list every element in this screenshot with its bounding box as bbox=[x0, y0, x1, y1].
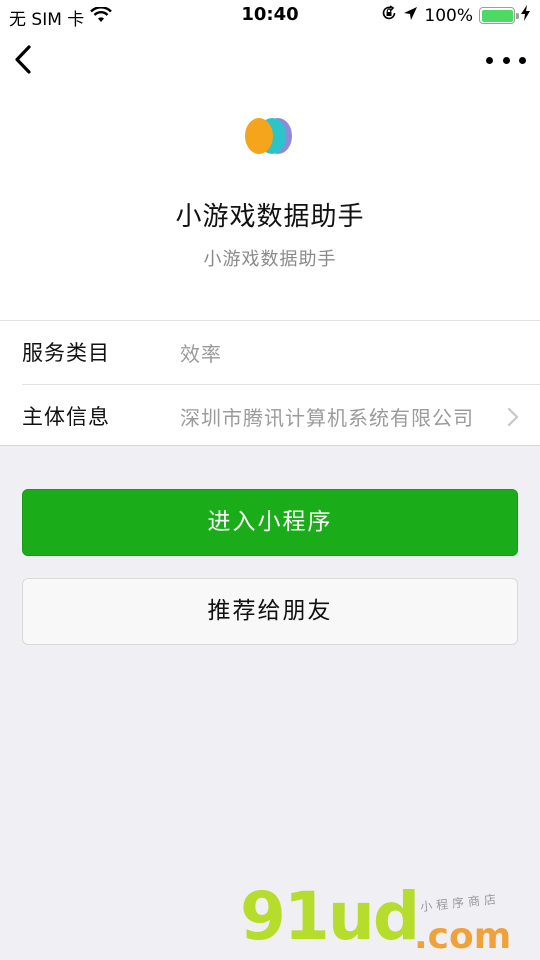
info-value: 效率 bbox=[180, 342, 222, 366]
battery-percent: 100% bbox=[424, 5, 473, 26]
battery-icon bbox=[479, 7, 519, 24]
battery-fill bbox=[481, 9, 513, 22]
location-arrow-icon bbox=[403, 6, 418, 26]
more-dot bbox=[486, 56, 493, 64]
orientation-lock-icon bbox=[381, 5, 397, 26]
info-value: 深圳市腾讯计算机系统有限公司 bbox=[180, 406, 474, 430]
info-row-service-category: 服务类目 效率 bbox=[22, 321, 540, 384]
info-label: 主体信息 bbox=[22, 405, 110, 429]
back-button[interactable] bbox=[10, 42, 44, 80]
charging-bolt-icon bbox=[521, 5, 530, 26]
battery-cap bbox=[516, 13, 519, 19]
watermark-main: 91ud bbox=[240, 878, 420, 955]
status-bar: 无 SIM 卡 10:40 100% bbox=[0, 0, 540, 32]
info-label: 服务类目 bbox=[22, 341, 110, 365]
info-list: 服务类目 效率 主体信息 深圳市腾讯计算机系统有限公司 bbox=[0, 320, 540, 446]
mini-program-profile-screen: 无 SIM 卡 10:40 100% 小游戏数据助手 小游戏数据助手 服务类目 … bbox=[0, 0, 540, 960]
app-header-card: 小游戏数据助手 小游戏数据助手 bbox=[0, 90, 540, 320]
enter-mini-program-button[interactable]: 进入小程序 bbox=[22, 489, 518, 556]
watermark-subtitle: 小程序商店 bbox=[419, 891, 501, 915]
more-options-button[interactable] bbox=[486, 48, 526, 72]
status-right: 100% bbox=[381, 5, 530, 26]
navigation-bar bbox=[0, 32, 540, 90]
info-row-entity-info[interactable]: 主体信息 深圳市腾讯计算机系统有限公司 bbox=[22, 384, 540, 447]
more-dot bbox=[519, 56, 526, 64]
recommend-to-friends-button[interactable]: 推荐给朋友 bbox=[22, 578, 518, 645]
chevron-right-icon bbox=[507, 407, 519, 427]
watermark-logo: 91ud 小程序商店 .com bbox=[236, 880, 536, 960]
more-dot bbox=[502, 56, 510, 64]
app-logo-icon bbox=[245, 118, 292, 154]
watermark-domain: .com bbox=[414, 916, 512, 957]
chevron-left-icon bbox=[15, 45, 31, 74]
app-description: 小游戏数据助手 bbox=[203, 249, 337, 270]
app-name: 小游戏数据助手 bbox=[175, 202, 365, 232]
